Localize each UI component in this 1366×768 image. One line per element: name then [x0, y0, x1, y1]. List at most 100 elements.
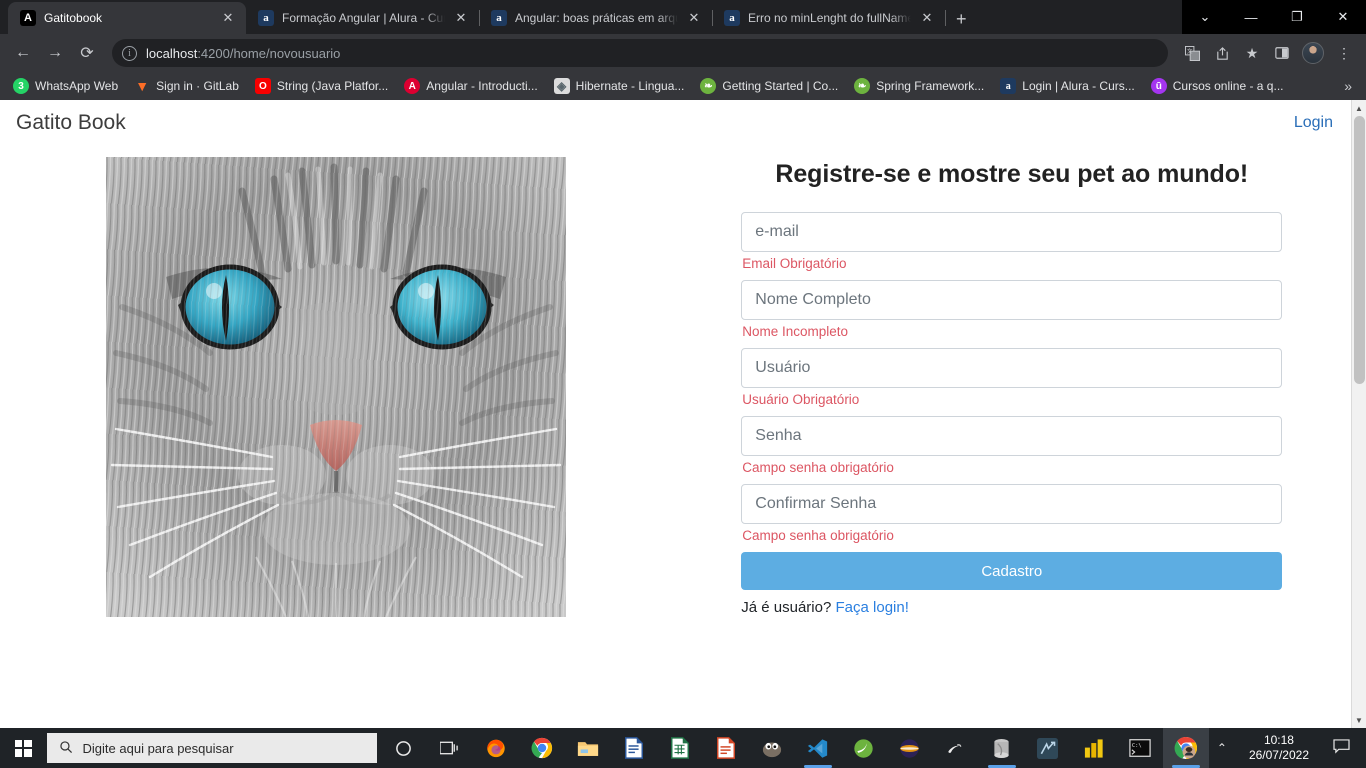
svg-text:文: 文 [1186, 47, 1192, 55]
system-tray: ⌃ 10:18 26/07/2022 [1209, 733, 1366, 763]
sql-tool-icon[interactable] [1025, 728, 1071, 768]
page-viewport: Gatito Book Login Registre-se e mostre s… [0, 100, 1366, 728]
bookmark-gitlab[interactable]: ▼ Sign in · GitLab [127, 75, 246, 97]
bookmark-star-icon[interactable]: ★ [1238, 39, 1266, 67]
browser-tab-gatitobook[interactable]: A Gatitobook ✕ [8, 2, 246, 34]
taskbar-items: C:\ [377, 728, 1209, 768]
bookmark-java-string[interactable]: O String (Java Platfor... [248, 75, 395, 97]
header-login-link[interactable]: Login [1294, 114, 1333, 132]
close-icon[interactable]: ✕ [453, 10, 469, 26]
site-info-icon[interactable]: i [122, 45, 137, 61]
spring-icon: ❧ [700, 78, 717, 94]
close-icon[interactable]: ✕ [686, 10, 702, 26]
udemy-icon: ū [1150, 78, 1167, 94]
powerpoint-icon[interactable] [703, 728, 749, 768]
form-heading: Registre-se e mostre seu pet ao mundo! [775, 160, 1249, 188]
bookmark-hibernate[interactable]: ◈ Hibernate - Lingua... [547, 75, 692, 97]
profile-avatar[interactable] [1302, 42, 1324, 64]
gimp-icon[interactable] [749, 728, 795, 768]
scrollbar-thumb[interactable] [1354, 116, 1365, 384]
firefox-icon[interactable] [473, 728, 519, 768]
search-tabs-icon[interactable]: ⌄ [1182, 0, 1228, 34]
taskbar-search-placeholder: Digite aqui para pesquisar [82, 740, 234, 756]
browser-window: A Gatitobook ✕ a Formação Angular | Alur… [0, 0, 1366, 768]
taskbar-clock[interactable]: 10:18 26/07/2022 [1241, 733, 1317, 763]
eclipse-icon[interactable] [887, 728, 933, 768]
forward-icon[interactable]: → [40, 38, 70, 68]
bookmark-spring-framework[interactable]: ❧ Spring Framework... [847, 75, 991, 97]
browser-tab-erro-minlenght[interactable]: a Erro no minLenght do fullName | ✕ [712, 2, 946, 34]
bookmark-label: Angular - Introducti... [426, 79, 538, 93]
cortana-icon[interactable] [381, 728, 427, 768]
page-scrollbar[interactable]: ▲ ▼ [1351, 100, 1366, 728]
clock-date: 26/07/2022 [1248, 748, 1309, 762]
maximize-button[interactable]: ❐ [1274, 0, 1320, 34]
new-tab-button[interactable]: + [945, 10, 978, 34]
side-panel-icon[interactable] [1268, 39, 1296, 67]
cat-image-column [0, 146, 673, 617]
password-field[interactable] [741, 416, 1283, 456]
file-explorer-icon[interactable] [565, 728, 611, 768]
spring-icon: ❧ [854, 78, 871, 94]
bookmark-whatsapp[interactable]: 3 WhatsApp Web [6, 75, 125, 97]
translate-icon[interactable]: 文 [1178, 39, 1206, 67]
alura-icon: a [258, 10, 274, 26]
vscode-icon[interactable] [795, 728, 841, 768]
reload-icon[interactable]: ⟳ [72, 38, 102, 68]
task-view-icon[interactable] [427, 728, 473, 768]
excel-icon[interactable] [657, 728, 703, 768]
browser-tab-boas-praticas[interactable]: a Angular: boas práticas em arquite ✕ [479, 2, 713, 34]
fullname-field[interactable] [741, 280, 1283, 320]
username-field[interactable] [741, 348, 1283, 388]
power-bi-icon[interactable] [1071, 728, 1117, 768]
fullname-error: Nome Incompleto [742, 324, 849, 339]
spring-tool-suite-icon[interactable] [841, 728, 887, 768]
angular-icon: A [404, 78, 421, 94]
close-window-button[interactable]: ✕ [1320, 0, 1366, 34]
scroll-down-icon[interactable]: ▼ [1352, 712, 1366, 728]
confirm-password-field[interactable] [741, 484, 1283, 524]
windows-start-icon[interactable] [0, 728, 47, 768]
taskbar-search-input[interactable]: Digite aqui para pesquisar [46, 733, 377, 763]
terminal-icon[interactable]: C:\ [1117, 728, 1163, 768]
dbeaver-icon[interactable] [979, 728, 1025, 768]
share-icon[interactable] [1208, 39, 1236, 67]
chrome-icon[interactable] [519, 728, 565, 768]
bookmarks-overflow-button[interactable]: » [1336, 78, 1360, 94]
bookmark-label: Getting Started | Co... [722, 79, 839, 93]
close-icon[interactable]: ✕ [919, 10, 935, 26]
notification-icon[interactable] [1323, 738, 1360, 758]
url-text: localhost:4200/home/novousuario [146, 46, 340, 61]
cat-photo-svg [106, 157, 567, 617]
bookmark-cursos-online[interactable]: ū Cursos online - a q... [1144, 75, 1291, 97]
back-icon[interactable]: ← [8, 38, 38, 68]
postman-icon[interactable] [933, 728, 979, 768]
clock-time: 10:18 [1263, 733, 1294, 747]
tab-title: Angular: boas práticas em arquite [515, 11, 678, 25]
address-bar[interactable]: i localhost:4200/home/novousuario [112, 39, 1168, 67]
confirm-password-error: Campo senha obrigatório [742, 528, 894, 543]
alura-icon: a [1000, 78, 1017, 94]
bookmark-login-alura[interactable]: a Login | Alura - Curs... [993, 75, 1142, 97]
browser-tab-formacao-angular[interactable]: a Formação Angular | Alura - Curso ✕ [246, 2, 480, 34]
oracle-icon: O [254, 78, 271, 94]
gitlab-icon: ▼ [135, 78, 150, 94]
word-icon[interactable] [611, 728, 657, 768]
windows-taskbar: Digite aqui para pesquisar C:\ ⌃ 10:18 2… [0, 728, 1366, 768]
scrollbar-track[interactable] [1352, 116, 1366, 712]
email-field[interactable] [741, 212, 1283, 252]
login-link[interactable]: Faça login! [836, 599, 909, 616]
bookmark-label: String (Java Platfor... [276, 79, 389, 93]
password-error: Campo senha obrigatório [742, 460, 894, 475]
close-icon[interactable]: ✕ [220, 10, 236, 26]
bookmark-getting-started[interactable]: ❧ Getting Started | Co... [693, 75, 845, 97]
signup-button[interactable]: Cadastro [741, 552, 1283, 590]
bookmark-angular-intro[interactable]: A Angular - Introducti... [397, 75, 544, 97]
username-error: Usuário Obrigatório [742, 392, 860, 407]
scroll-up-icon[interactable]: ▲ [1352, 100, 1366, 116]
tray-expand-icon[interactable]: ⌃ [1209, 741, 1235, 755]
minimize-button[interactable]: — [1228, 0, 1274, 34]
alura-icon: a [491, 10, 507, 26]
chrome-menu-icon[interactable]: ⋮ [1330, 39, 1358, 67]
chrome-active-icon[interactable] [1162, 728, 1209, 768]
